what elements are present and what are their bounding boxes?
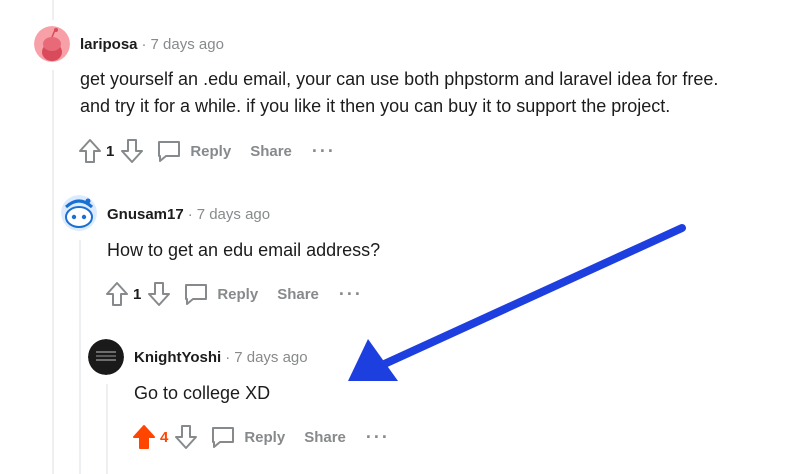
annotation-arrow-icon (348, 224, 686, 381)
